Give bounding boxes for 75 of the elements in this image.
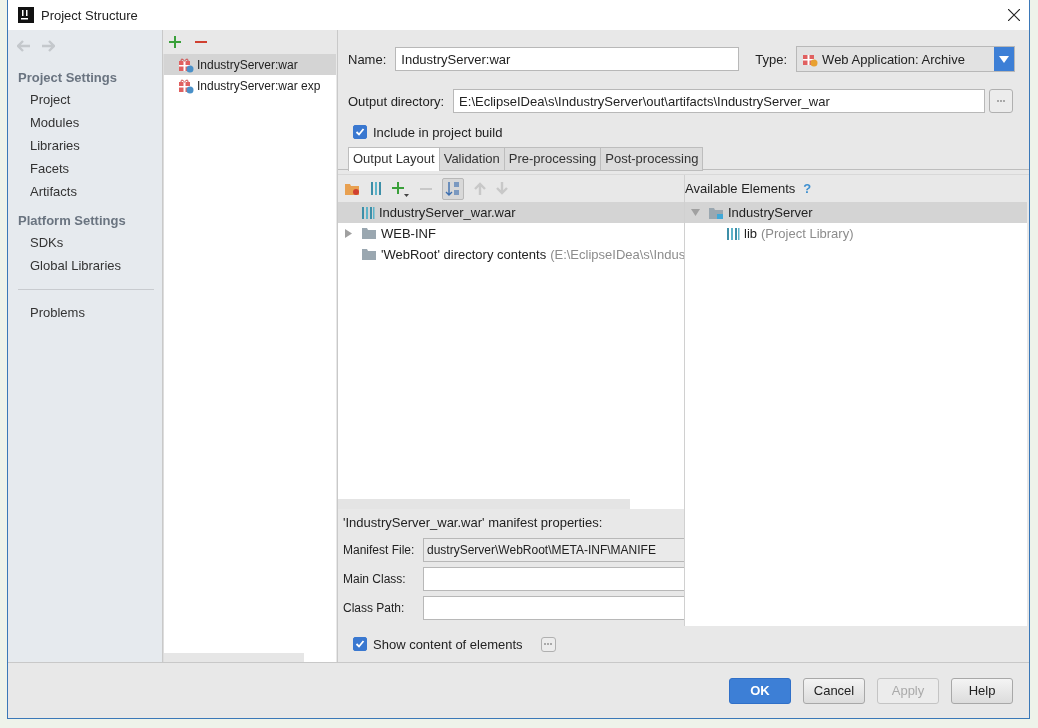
tree-label: WEB-INF xyxy=(381,226,436,241)
close-icon[interactable] xyxy=(1008,9,1020,21)
tree-row[interactable]: lib (Project Library) xyxy=(685,223,1027,244)
manifest-field[interactable] xyxy=(423,566,684,591)
add-icon[interactable] xyxy=(169,36,181,48)
options-button[interactable] xyxy=(540,636,556,652)
checkbox-label: Include in project build xyxy=(373,124,503,140)
sidebar-item[interactable]: Modules xyxy=(8,111,162,134)
field-label: Main Class: xyxy=(343,571,407,586)
field-label: Output directory: xyxy=(348,93,445,109)
sidebar-item[interactable]: Project xyxy=(8,88,162,111)
manifest-field[interactable] xyxy=(423,595,684,620)
artifact-item[interactable]: IndustryServer:war xyxy=(164,54,336,75)
panel-heading: Available Elements xyxy=(685,181,796,196)
sidebar-item[interactable]: Libraries xyxy=(8,134,162,157)
output-directory-field[interactable]: E:\EclipseIDea\s\IndustryServer\out\artifacts\IndustryServer_war xyxy=(453,89,986,113)
tree-row[interactable]: IndustryServer xyxy=(685,202,1027,223)
tab[interactable]: Output Layout xyxy=(348,147,440,171)
folder-icon xyxy=(361,227,377,240)
forward-arrow-icon[interactable] xyxy=(41,40,55,52)
back-arrow-icon[interactable] xyxy=(17,40,31,52)
folder-icon[interactable] xyxy=(344,181,360,196)
tree-row[interactable]: IndustryServer_war.war xyxy=(338,202,684,223)
checkbox[interactable] xyxy=(353,637,367,651)
section-heading: Project Settings xyxy=(17,69,118,85)
tree-detail: (E:\EclipseIDea\s\Indus xyxy=(550,247,684,262)
field-label: Name: xyxy=(348,51,387,67)
tree-detail: (Project Library) xyxy=(761,226,854,241)
name-field[interactable]: IndustryServer:war xyxy=(395,47,740,71)
app-logo-icon xyxy=(18,7,34,23)
sidebar-item[interactable]: Artifacts xyxy=(8,180,162,203)
artifact-item[interactable]: IndustryServer:war exp xyxy=(164,75,336,96)
dialog-button[interactable]: OK xyxy=(729,677,791,704)
tree-row[interactable]: WEB-INF xyxy=(338,223,684,244)
dialog-button[interactable]: Cancel xyxy=(803,677,865,704)
section-heading: Platform Settings xyxy=(17,212,127,228)
dropdown-arrow-icon xyxy=(999,55,1010,63)
tree-row[interactable]: 'WebRoot' directory contents (E:\EclipseIDea\s\Indus xyxy=(338,244,684,265)
gift-box-icon xyxy=(178,56,194,73)
collapsed-arrow-icon xyxy=(344,229,353,238)
sidebar-item[interactable]: Problems xyxy=(8,301,162,324)
gift-box-icon xyxy=(178,77,194,94)
scrollbar[interactable] xyxy=(338,499,630,509)
sort-toggle-button[interactable] xyxy=(442,177,464,200)
add-icon[interactable] xyxy=(392,180,410,197)
manifest-heading: 'IndustryServer_war.war' manifest properties: xyxy=(343,515,604,532)
archive-icon xyxy=(726,226,740,241)
sort-icon xyxy=(445,180,461,197)
module-folder-icon xyxy=(708,205,724,220)
tree-label: lib xyxy=(744,226,757,241)
window-title: Project Structure xyxy=(41,7,138,23)
scrollbar[interactable] xyxy=(164,653,304,662)
tree-label: IndustryServer_war.war xyxy=(379,205,516,220)
sidebar-item[interactable]: Global Libraries xyxy=(8,254,162,277)
archive-icon xyxy=(361,205,375,220)
sidebar-item[interactable]: SDKs xyxy=(8,231,162,254)
expanded-arrow-icon xyxy=(691,208,700,217)
sidebar-item[interactable]: Facets xyxy=(8,157,162,180)
move-down-icon[interactable] xyxy=(496,182,508,195)
tab[interactable]: Validation xyxy=(439,147,505,171)
move-up-icon[interactable] xyxy=(474,182,486,195)
field-label: Class Path: xyxy=(343,600,406,615)
type-dropdown[interactable]: Web Application: Archive xyxy=(796,46,1016,72)
field-label: Manifest File: xyxy=(343,542,416,557)
browse-button[interactable] xyxy=(989,89,1014,113)
archive-icon[interactable] xyxy=(370,181,382,196)
tree-label: 'WebRoot' directory contents xyxy=(381,247,547,262)
field-label: Type: xyxy=(755,51,788,67)
checkbox[interactable] xyxy=(353,125,367,139)
tab[interactable]: Pre-processing xyxy=(504,147,602,171)
checkbox-label: Show content of elements xyxy=(373,636,523,652)
folder-icon xyxy=(361,248,377,261)
dialog-button[interactable]: Help xyxy=(951,677,1013,704)
tree-label: IndustryServer xyxy=(728,205,813,220)
tab[interactable]: Post-processing xyxy=(601,147,704,171)
